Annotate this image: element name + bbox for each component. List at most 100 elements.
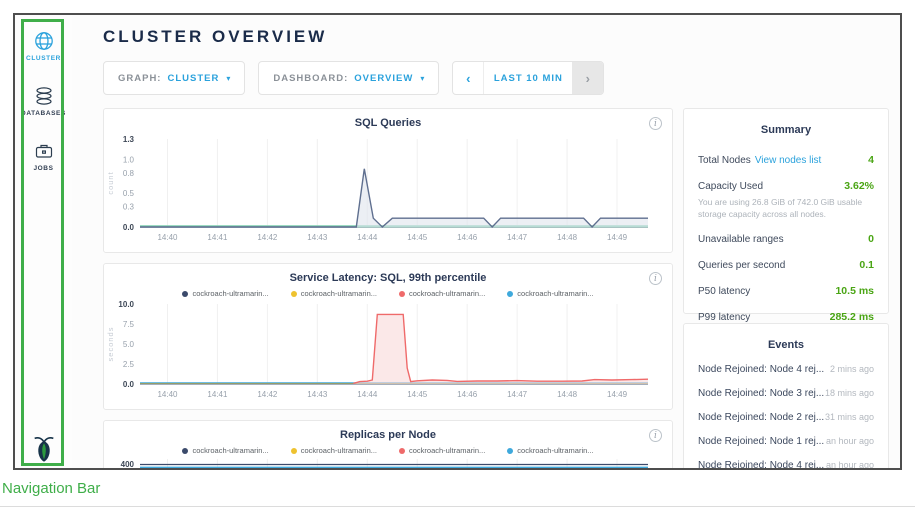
- legend-dot-icon: [399, 448, 405, 454]
- summary-value: 10.5 ms: [835, 285, 874, 297]
- time-range-prev-button[interactable]: ‹: [453, 62, 484, 94]
- svg-text:14:49: 14:49: [607, 233, 628, 242]
- cockroachdb-logo-icon[interactable]: [15, 434, 72, 462]
- svg-text:10.0: 10.0: [118, 300, 134, 309]
- event-text: Node Rejoined: Node 1 rej...: [698, 436, 824, 447]
- info-icon[interactable]: i: [649, 117, 662, 130]
- globe-icon: [34, 31, 54, 51]
- event-row: Node Rejoined: Node 4 rej... 2 mins ago: [698, 364, 874, 375]
- service-latency-chart-card: Service Latency: SQL, 99th percentile i …: [103, 263, 673, 410]
- svg-text:5.0: 5.0: [123, 340, 135, 349]
- summary-value: 0.1: [859, 259, 874, 271]
- summary-value: 4: [868, 154, 874, 166]
- svg-text:7.5: 7.5: [123, 320, 135, 329]
- svg-text:14:42: 14:42: [257, 233, 278, 242]
- summary-label: Total Nodes: [698, 155, 751, 166]
- capacity-subtext: You are using 26.8 GiB of 742.0 GiB usab…: [698, 196, 874, 221]
- legend-item[interactable]: cockroach-ultramarin...: [399, 446, 485, 455]
- svg-text:14:40: 14:40: [157, 390, 178, 399]
- legend-item[interactable]: cockroach-ultramarin...: [182, 446, 268, 455]
- sidebar-item-cluster[interactable]: CLUSTER: [15, 31, 72, 62]
- svg-text:seconds: seconds: [106, 327, 115, 362]
- event-time: 2 mins ago: [830, 364, 874, 374]
- svg-text:2.5: 2.5: [123, 360, 135, 369]
- event-row: Node Rejoined: Node 4 rej... an hour ago: [698, 460, 874, 470]
- sidebar-item-databases[interactable]: DATABASES: [15, 86, 72, 117]
- legend-item[interactable]: cockroach-ultramarin...: [291, 289, 377, 298]
- controls-row: GRAPH: CLUSTER ▾ DASHBOARD: OVERVIEW ▾ ‹…: [103, 61, 900, 95]
- legend-item[interactable]: cockroach-ultramarin...: [507, 446, 593, 455]
- navigation-bar-annotation-label: Navigation Bar: [2, 480, 100, 497]
- summary-row-total-nodes: Total Nodes View nodes list 4: [698, 150, 874, 168]
- svg-text:400: 400: [121, 460, 135, 469]
- svg-text:14:41: 14:41: [207, 233, 228, 242]
- time-range-next-button[interactable]: ›: [572, 62, 603, 94]
- app-window: CLUSTER DATABASES JOBS: [13, 13, 902, 470]
- view-nodes-list-link[interactable]: View nodes list: [755, 155, 822, 166]
- sidebar-item-label: CLUSTER: [26, 55, 61, 62]
- legend-item[interactable]: cockroach-ultramarin...: [291, 446, 377, 455]
- sidebar-item-label: DATABASES: [21, 110, 66, 117]
- graph-dropdown-value: CLUSTER: [167, 73, 219, 84]
- chart-title: Replicas per Node: [104, 429, 672, 441]
- svg-text:0.0: 0.0: [123, 223, 135, 232]
- svg-text:0.5: 0.5: [123, 189, 135, 198]
- info-icon[interactable]: i: [649, 429, 662, 442]
- graph-dropdown[interactable]: GRAPH: CLUSTER ▾: [103, 61, 245, 95]
- svg-text:1.0: 1.0: [123, 155, 135, 164]
- chart-legend: cockroach-ultramarin... cockroach-ultrama…: [104, 446, 672, 455]
- legend-item[interactable]: cockroach-ultramarin...: [399, 289, 485, 298]
- summary-value: 285.2 ms: [830, 311, 874, 323]
- legend-dot-icon: [291, 448, 297, 454]
- event-time: an hour ago: [826, 436, 874, 446]
- event-text: Node Rejoined: Node 3 rej...: [698, 388, 824, 399]
- summary-row-qps: Queries per second 0.1: [698, 259, 874, 271]
- svg-text:14:44: 14:44: [357, 390, 378, 399]
- events-title: Events: [698, 339, 874, 351]
- legend-item[interactable]: cockroach-ultramarin...: [182, 289, 268, 298]
- legend-dot-icon: [507, 448, 513, 454]
- svg-text:14:49: 14:49: [607, 390, 628, 399]
- chart-title: Service Latency: SQL, 99th percentile: [104, 272, 672, 284]
- svg-text:14:46: 14:46: [457, 233, 478, 242]
- summary-label: P50 latency: [698, 286, 750, 297]
- summary-value: 0: [868, 233, 874, 245]
- events-panel: Events Node Rejoined: Node 4 rej... 2 mi…: [683, 323, 889, 470]
- summary-row-capacity: Capacity Used 3.62% You are using 26.8 G…: [698, 180, 874, 221]
- event-time: an hour ago: [826, 460, 874, 470]
- summary-row-p99: P99 latency 285.2 ms: [698, 311, 874, 323]
- time-range-value[interactable]: LAST 10 MIN: [484, 62, 572, 94]
- dashboard-dropdown-label: DASHBOARD:: [273, 73, 348, 84]
- summary-row-p50: P50 latency 10.5 ms: [698, 285, 874, 297]
- svg-text:count: count: [106, 171, 115, 194]
- svg-text:0.0: 0.0: [123, 380, 135, 389]
- navigation-bar: CLUSTER DATABASES JOBS: [15, 15, 72, 468]
- dashboard-dropdown[interactable]: DASHBOARD: OVERVIEW ▾: [258, 61, 439, 95]
- svg-text:0.3: 0.3: [123, 203, 135, 212]
- svg-text:14:45: 14:45: [407, 390, 428, 399]
- svg-text:14:48: 14:48: [557, 233, 578, 242]
- event-row: Node Rejoined: Node 1 rej... an hour ago: [698, 436, 874, 447]
- summary-label: Capacity Used: [698, 181, 763, 192]
- legend-item[interactable]: cockroach-ultramarin...: [507, 289, 593, 298]
- dashboard-content: SQL Queries i 14:4014:4114:4214:4314:441…: [103, 108, 900, 470]
- event-text: Node Rejoined: Node 4 rej...: [698, 364, 824, 375]
- sql-queries-chart-card: SQL Queries i 14:4014:4114:4214:4314:441…: [103, 108, 673, 253]
- chart-legend: cockroach-ultramarin... cockroach-ultrama…: [104, 289, 672, 298]
- summary-row-unavailable-ranges: Unavailable ranges 0: [698, 233, 874, 245]
- event-text: Node Rejoined: Node 2 rej...: [698, 412, 824, 423]
- svg-text:14:42: 14:42: [257, 390, 278, 399]
- svg-text:14:48: 14:48: [557, 390, 578, 399]
- event-row: Node Rejoined: Node 3 rej... 18 mins ago: [698, 388, 874, 399]
- svg-text:14:41: 14:41: [207, 390, 228, 399]
- sidebar-item-jobs[interactable]: JOBS: [15, 141, 72, 172]
- summary-label: P99 latency: [698, 312, 750, 323]
- svg-text:14:47: 14:47: [507, 233, 528, 242]
- svg-text:1.3: 1.3: [123, 135, 135, 144]
- event-time: 31 mins ago: [825, 412, 874, 422]
- summary-label: Queries per second: [698, 260, 785, 271]
- summary-value: 3.62%: [844, 180, 874, 192]
- info-icon[interactable]: i: [649, 272, 662, 285]
- time-range-selector: ‹ LAST 10 MIN ›: [452, 61, 604, 95]
- sql-queries-chart: 14:4014:4114:4214:4314:4414:4514:4614:47…: [104, 129, 656, 247]
